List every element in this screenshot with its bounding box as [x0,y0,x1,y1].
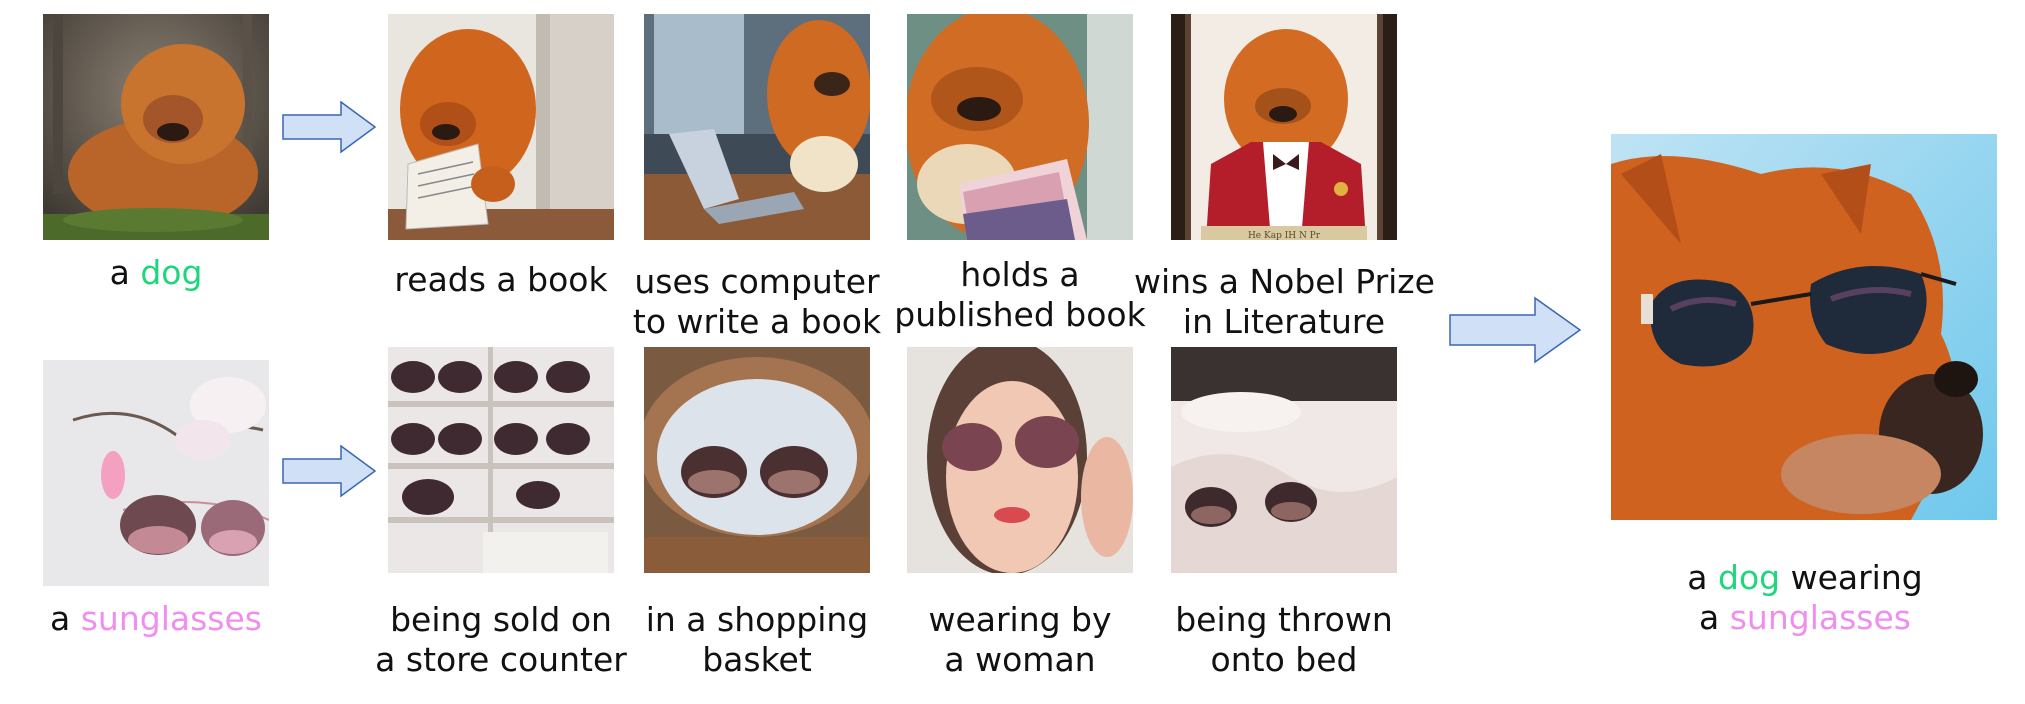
caption-store-counter: being sold on a store counter [368,600,634,680]
result-caption: a dog wearing a sunglasses [1600,558,2010,638]
caption-line-1: reads a book [394,260,608,299]
caption-line-2: to write a book [632,302,882,341]
sunglasses-bed-image [1171,347,1397,573]
source-dog-image [43,14,269,240]
right-arrow-icon [282,444,377,498]
caption-worn-by-woman: wearing by a woman [887,600,1153,680]
source-dog-caption: a dog [43,253,269,293]
caption-line-1: uses computer [634,262,880,301]
source-sunglasses-image [43,360,269,586]
sunglasses-basket-image [644,347,870,573]
caption-line-2: a woman [944,640,1096,679]
caption-article: a [50,599,81,638]
source-sunglasses-caption: a sunglasses [23,599,289,639]
caption-line-1: wins a Nobel Prize [1134,262,1435,301]
caption-line-1: being thrown [1175,600,1393,639]
sunglasses-woman-image [907,347,1133,573]
caption-verb: wearing [1780,558,1923,597]
dog-nobel-prize-image: He Kap IH N Pr [1171,14,1397,240]
caption-line-1: being sold on [390,600,612,639]
caption-line-1: in a shopping [645,600,869,639]
caption-shopping-basket: in a shopping basket [624,600,890,680]
plaque-text: He Kap IH N Pr [1248,231,1321,240]
result-dog-sunglasses-image [1611,134,1997,520]
caption-article: a [109,253,141,292]
caption-subject-word: dog [140,253,203,292]
caption-line-2: published book [894,295,1146,334]
caption-article: a [1687,558,1718,597]
caption-nobel-prize: wins a Nobel Prize in Literature [1134,262,1435,342]
caption-line-2: onto bed [1210,640,1358,679]
dog-uses-computer-image [644,14,870,240]
right-arrow-icon [282,100,377,154]
sunglasses-store-image [388,347,614,573]
caption-thrown-onto-bed: being thrown onto bed [1151,600,1417,680]
dog-reads-book-image [388,14,614,240]
caption-line-1: wearing by [928,600,1112,639]
caption-line-2: basket [702,640,812,679]
caption-uses-computer: uses computer to write a book [624,262,890,342]
caption-article: a [1699,598,1730,637]
caption-object-word: sunglasses [1729,598,1911,637]
result-arrow-icon [1449,296,1582,364]
caption-line-2: in Literature [1182,302,1386,341]
caption-line-2: a store counter [375,640,627,679]
dog-holds-book-image [907,14,1133,240]
caption-line-1: holds a [960,255,1080,294]
caption-subject-word: dog [1718,558,1781,597]
caption-holds-book: holds a published book [887,255,1153,335]
caption-object-word: sunglasses [80,599,262,638]
caption-reads-book: reads a book [368,260,634,300]
